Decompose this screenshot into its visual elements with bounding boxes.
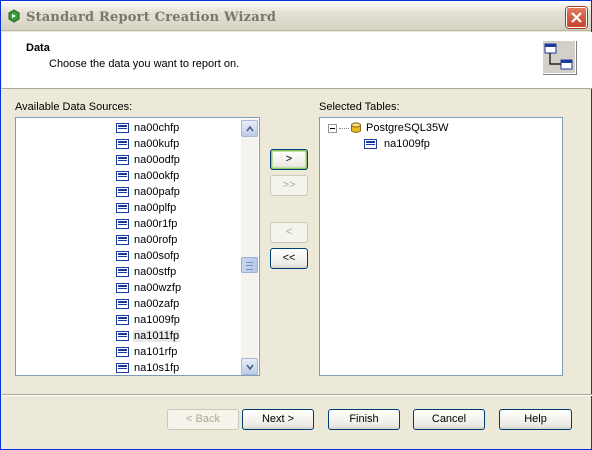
finish-button[interactable]: Finish [328, 409, 400, 430]
list-item-label: na00zafp [134, 298, 180, 310]
footer-divider [2, 394, 592, 396]
list-item[interactable]: na00pafp [116, 184, 182, 200]
list-item[interactable]: na10s1fp [116, 360, 182, 376]
table-icon [116, 139, 129, 149]
scroll-down-button[interactable] [241, 358, 258, 375]
table-icon [116, 203, 129, 213]
table-icon [116, 315, 129, 325]
table-icon [116, 171, 129, 181]
table-icon [116, 235, 129, 245]
tree-connection-node[interactable]: PostgreSQL35W [326, 120, 449, 136]
list-item-label: na101rfp [134, 346, 178, 358]
back-button[interactable]: < Back [167, 409, 239, 430]
available-scrollbar[interactable] [241, 119, 258, 375]
window-title: Standard Report Creation Wizard [26, 10, 277, 25]
list-item[interactable]: na00plfp [116, 200, 182, 216]
collapse-icon[interactable] [328, 124, 337, 133]
table-icon [116, 123, 129, 133]
database-icon [351, 122, 361, 133]
list-item-label: na00kufp [134, 138, 180, 150]
next-button[interactable]: Next > [242, 409, 314, 430]
chevron-up-icon [246, 126, 254, 132]
close-button[interactable] [566, 7, 587, 28]
table-icon [364, 139, 377, 149]
table-link-icon [542, 40, 576, 74]
list-item-label: na1011fp [133, 330, 181, 342]
list-item[interactable]: na00kufp [116, 136, 182, 152]
list-item[interactable]: na00r1fp [116, 216, 182, 232]
scroll-up-button[interactable] [241, 120, 258, 137]
close-x-icon [571, 12, 582, 23]
available-items: na00chfp na00kufp na00odfp na00okfp na00pafp… [116, 120, 182, 376]
list-item[interactable]: na101rfp [116, 344, 182, 360]
table-icon [116, 251, 129, 261]
list-item-label: na00plfp [134, 202, 177, 214]
table-icon [116, 187, 129, 197]
list-item[interactable]: na00stfp [116, 264, 182, 280]
title-bar[interactable]: Standard Report Creation Wizard [1, 1, 591, 31]
list-item[interactable]: na00chfp [116, 120, 182, 136]
table-icon [116, 363, 129, 373]
list-item[interactable]: na00rofp [116, 232, 182, 248]
list-item-label: na00r1fp [134, 218, 178, 230]
list-item-label: na00stfp [134, 266, 177, 278]
available-sources-list[interactable]: na00chfp na00kufp na00odfp na00okfp na00pafp… [15, 117, 260, 376]
list-item-label: na00sofp [134, 250, 180, 262]
chevron-down-icon [246, 364, 254, 370]
remove-table-button[interactable]: < [270, 222, 308, 243]
tree-table-node[interactable]: na1009fp [326, 136, 430, 152]
remove-all-tables-button[interactable]: << [270, 248, 308, 269]
selected-table-list: na1009fp [326, 136, 430, 152]
scroll-thumb[interactable] [241, 257, 258, 273]
list-item[interactable]: na00zafp [116, 296, 182, 312]
list-item-label: na00pafp [134, 186, 180, 198]
selected-tables-label: Selected Tables: [319, 101, 400, 113]
add-all-tables-button[interactable]: >> [270, 175, 308, 196]
table-icon [116, 299, 129, 309]
table-icon [116, 331, 129, 341]
tree: PostgreSQL35W na1009fp [326, 120, 449, 152]
table-icon [116, 283, 129, 293]
wizard-window: Standard Report Creation Wizard Data Cho… [0, 0, 592, 450]
list-item-label: na00rofp [134, 234, 178, 246]
list-item[interactable]: na1009fp [116, 312, 182, 328]
help-button[interactable]: Help [499, 409, 572, 430]
selected-tables-tree[interactable]: PostgreSQL35W na1009fp [319, 117, 563, 376]
list-item-label: na00okfp [134, 170, 180, 182]
wizard-header: Data Choose the data you want to report … [2, 32, 592, 89]
list-item[interactable]: na1011fp [116, 328, 182, 344]
available-sources-label: Available Data Sources: [15, 101, 133, 113]
table-icon [116, 219, 129, 229]
cancel-button[interactable]: Cancel [413, 409, 485, 430]
list-item[interactable]: na00wzfp [116, 280, 182, 296]
list-item[interactable]: na00okfp [116, 168, 182, 184]
list-item-label: na1009fp [134, 314, 180, 326]
page-subtitle: Choose the data you want to report on. [49, 58, 240, 70]
wizard-app-icon [7, 9, 21, 23]
list-item[interactable]: na00sofp [116, 248, 182, 264]
table-icon [116, 267, 129, 277]
connection-name: PostgreSQL35W [366, 122, 449, 134]
table-icon [116, 155, 129, 165]
add-table-button[interactable]: > [270, 149, 308, 170]
list-item-label: na00wzfp [134, 282, 182, 294]
list-item-label: na00odfp [134, 154, 180, 166]
list-item-label: na10s1fp [134, 362, 180, 374]
list-item[interactable]: na00odfp [116, 152, 182, 168]
table-icon [116, 347, 129, 357]
page-title: Data [26, 42, 50, 54]
list-item-label: na00chfp [134, 122, 180, 134]
